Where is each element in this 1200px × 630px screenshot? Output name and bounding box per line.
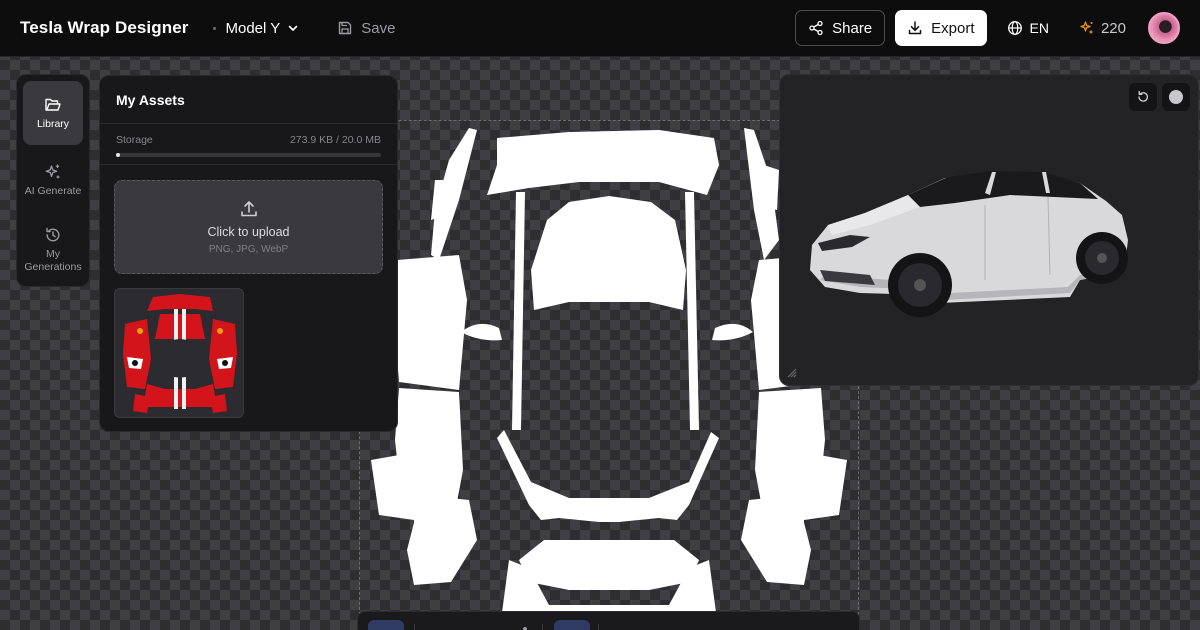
- template-pillar-right: [685, 192, 699, 430]
- template-mirror-right: [712, 323, 753, 341]
- upload-hint: PNG, JPG, WebP: [208, 244, 289, 255]
- sidebar-item-label: AI Generate: [24, 184, 82, 197]
- sidebar-item-library[interactable]: Library: [23, 81, 83, 145]
- car-render-image: [810, 171, 1128, 317]
- template-pillar-left: [512, 192, 525, 430]
- share-icon: [809, 20, 823, 36]
- template-side-left-small: [431, 180, 449, 220]
- template-roof-panel: [487, 130, 719, 195]
- share-button[interactable]: Share: [795, 10, 886, 46]
- assets-title: My Assets: [116, 91, 185, 108]
- language-label: EN: [1029, 20, 1049, 36]
- toolbar-divider: [542, 624, 543, 630]
- toolbar-tool-button[interactable]: [368, 620, 404, 630]
- storage-bar: [116, 153, 381, 157]
- credits-value: 220: [1100, 19, 1126, 37]
- storage-label: Storage: [116, 134, 153, 146]
- save-button[interactable]: Save: [337, 20, 395, 37]
- model-select-label: Model Y: [225, 19, 281, 37]
- storage-meter: Storage 273.9 KB / 20.0 MB: [100, 124, 397, 165]
- export-button[interactable]: Export: [895, 10, 987, 46]
- upload-label: Click to upload: [207, 225, 290, 239]
- folder-open-icon: [45, 98, 61, 111]
- save-label: Save: [361, 19, 396, 37]
- model-select[interactable]: Model Y: [212, 19, 300, 37]
- template-mirror-left: [461, 323, 502, 341]
- sparkle-credits-icon: [1080, 21, 1094, 35]
- top-bar: Tesla Wrap Designer Model Y Save Share E…: [0, 0, 1200, 57]
- toolbar-tool-button[interactable]: [554, 620, 590, 630]
- upload-dropzone[interactable]: Click to upload PNG, JPG, WebP: [114, 180, 383, 274]
- history-icon: [46, 228, 60, 242]
- template-windshield: [531, 196, 686, 310]
- side-nav: Library AI Generate My Generations: [16, 74, 90, 287]
- template-rear-hatch: [497, 430, 719, 522]
- sparkles-icon: [45, 164, 60, 179]
- sidebar-item-label: My Generations: [24, 248, 82, 273]
- language-button[interactable]: EN: [1007, 20, 1049, 36]
- template-side-left-door: [394, 255, 467, 390]
- upload-icon: [240, 201, 257, 217]
- toolbar-divider: [598, 624, 599, 630]
- sidebar-item-label: Library: [36, 117, 70, 130]
- credits-counter[interactable]: 220: [1079, 20, 1126, 37]
- user-avatar[interactable]: [1148, 12, 1180, 44]
- sidebar-item-ai-generate[interactable]: AI Generate: [23, 145, 83, 215]
- red-wrap-thumbnail-image: [123, 294, 237, 413]
- sidebar-item-my-generations[interactable]: My Generations: [23, 215, 83, 285]
- export-label: Export: [931, 19, 975, 37]
- download-icon: [908, 21, 922, 35]
- asset-thumbnail[interactable]: [114, 288, 244, 418]
- share-label: Share: [832, 19, 873, 37]
- bottom-toolbar: [357, 611, 860, 630]
- storage-used: 273.9 KB / 20.0 MB: [289, 134, 381, 146]
- assets-panel: My Assets Storage 273.9 KB / 20.0 MB Cli…: [99, 75, 398, 432]
- save-icon: [339, 21, 352, 35]
- separator-dot: [212, 26, 216, 30]
- template-side-right-small: [764, 165, 779, 210]
- assets-header: My Assets: [100, 76, 397, 124]
- resize-handle-icon[interactable]: [786, 367, 798, 379]
- toolbar-divider: [414, 624, 415, 630]
- globe-icon: [1007, 21, 1022, 35]
- app-title: Tesla Wrap Designer: [20, 18, 189, 37]
- chevron-down-icon: [288, 25, 298, 31]
- storage-bar-fill: [116, 153, 120, 157]
- 3d-preview-panel[interactable]: [779, 74, 1199, 386]
